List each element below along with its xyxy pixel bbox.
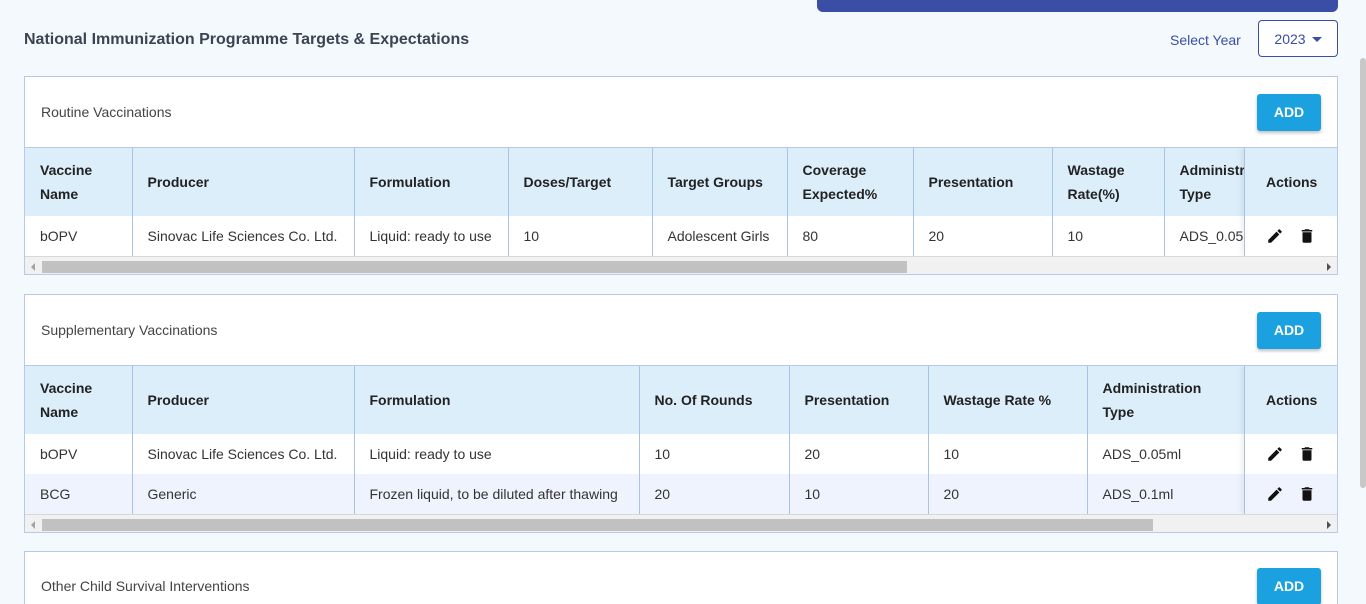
table-cell: Liquid: ready to use (354, 216, 509, 256)
other-interventions-title: Other Child Survival Interventions (41, 578, 250, 594)
pencil-icon[interactable] (1266, 227, 1284, 245)
column-header: Vaccine Name (25, 366, 133, 434)
table-cell: 20 (639, 474, 790, 514)
table-cell: 10 (639, 434, 790, 474)
top-banner (817, 0, 1338, 12)
column-header: No. Of Rounds (639, 366, 790, 434)
column-header: Target Groups (652, 148, 788, 216)
supplementary-add-button[interactable]: ADD (1257, 311, 1321, 349)
table-row: BCG Generic Frozen liquid, to be diluted… (25, 474, 1245, 514)
routine-vaccinations-title: Routine Vaccinations (41, 104, 172, 120)
table-cell: Adolescent Girls (652, 216, 788, 256)
supplementary-table-wrap: Vaccine Name Producer Formulation No. Of… (25, 365, 1337, 514)
pencil-icon[interactable] (1266, 445, 1284, 463)
trash-icon[interactable] (1298, 227, 1316, 245)
table-cell: Liquid: ready to use (354, 434, 640, 474)
table-cell: 80 (787, 216, 914, 256)
supplementary-vaccinations-title: Supplementary Vaccinations (41, 322, 218, 338)
table-cell: 10 (1052, 216, 1165, 256)
table-cell: 10 (789, 474, 929, 514)
table-cell: 10 (508, 216, 653, 256)
routine-vaccinations-card: Routine Vaccinations ADD Vaccine Name Pr… (24, 76, 1338, 275)
table-cell: Sinovac Life Sciences Co. Ltd. (132, 216, 355, 256)
table-cell: Generic (132, 474, 355, 514)
table-cell: bOPV (25, 216, 133, 256)
actions-cell (1245, 474, 1337, 514)
supplementary-vaccinations-card: Supplementary Vaccinations ADD Vaccine N… (24, 294, 1338, 533)
table-cell: 20 (789, 434, 929, 474)
caret-down-icon (1311, 37, 1322, 42)
column-header: Presentation (913, 148, 1053, 216)
routine-table-wrap: Vaccine Name Producer Formulation Doses/… (25, 147, 1337, 256)
scrollbar-thumb[interactable] (42, 261, 907, 273)
actions-cell (1245, 216, 1337, 256)
scroll-right-icon[interactable] (1327, 263, 1331, 271)
table-cell: 10 (928, 434, 1088, 474)
routine-actions-column: Actions (1244, 148, 1337, 256)
scrollbar-thumb[interactable] (42, 519, 1153, 531)
actions-header: Actions (1245, 366, 1337, 434)
table-row: bOPV Sinovac Life Sciences Co. Ltd. Liqu… (25, 216, 1315, 256)
scroll-right-icon[interactable] (1327, 521, 1331, 529)
actions-cell (1245, 434, 1337, 474)
other-interventions-card: Other Child Survival Interventions ADD (24, 551, 1338, 604)
table-cell: 20 (928, 474, 1088, 514)
supplementary-table: Vaccine Name Producer Formulation No. Of… (25, 366, 1245, 514)
table-cell: Frozen liquid, to be diluted after thawi… (354, 474, 640, 514)
table-cell: ADS_0.05ml (1087, 434, 1245, 474)
supplementary-horizontal-scrollbar[interactable] (25, 514, 1337, 532)
column-header: Producer (132, 148, 355, 216)
page-title: National Immunization Programme Targets … (24, 31, 470, 48)
column-header: Wastage Rate % (928, 366, 1088, 434)
trash-icon[interactable] (1298, 485, 1316, 503)
column-header: Vaccine Name (25, 148, 133, 216)
routine-add-button[interactable]: ADD (1257, 93, 1321, 131)
scroll-left-icon[interactable] (31, 521, 35, 529)
year-select[interactable]: 2023 (1258, 20, 1338, 57)
actions-header: Actions (1245, 148, 1337, 216)
column-header: Administration Type (1087, 366, 1245, 434)
other-add-button[interactable]: ADD (1257, 567, 1321, 604)
supplementary-actions-column: Actions (1244, 366, 1337, 514)
column-header: Coverage Expected% (787, 148, 914, 216)
table-cell: 20 (913, 216, 1053, 256)
column-header: Presentation (789, 366, 929, 434)
column-header: Doses/Target (508, 148, 653, 216)
table-cell: Sinovac Life Sciences Co. Ltd. (132, 434, 355, 474)
table-cell: ADS_0.1ml (1087, 474, 1245, 514)
trash-icon[interactable] (1298, 445, 1316, 463)
routine-horizontal-scrollbar[interactable] (25, 256, 1337, 274)
pencil-icon[interactable] (1266, 485, 1284, 503)
table-row: bOPV Sinovac Life Sciences Co. Ltd. Liqu… (25, 434, 1245, 474)
column-header: Formulation (354, 366, 640, 434)
table-cell: bOPV (25, 434, 133, 474)
column-header: Wastage Rate(%) (1052, 148, 1165, 216)
scroll-left-icon[interactable] (31, 263, 35, 271)
routine-table: Vaccine Name Producer Formulation Doses/… (25, 148, 1315, 256)
year-label: Select Year (1170, 32, 1241, 48)
column-header: Producer (132, 366, 355, 434)
year-value: 2023 (1274, 30, 1306, 47)
table-cell: BCG (25, 474, 133, 514)
column-header: Formulation (354, 148, 509, 216)
page-scrollbar-thumb[interactable] (1360, 58, 1366, 488)
